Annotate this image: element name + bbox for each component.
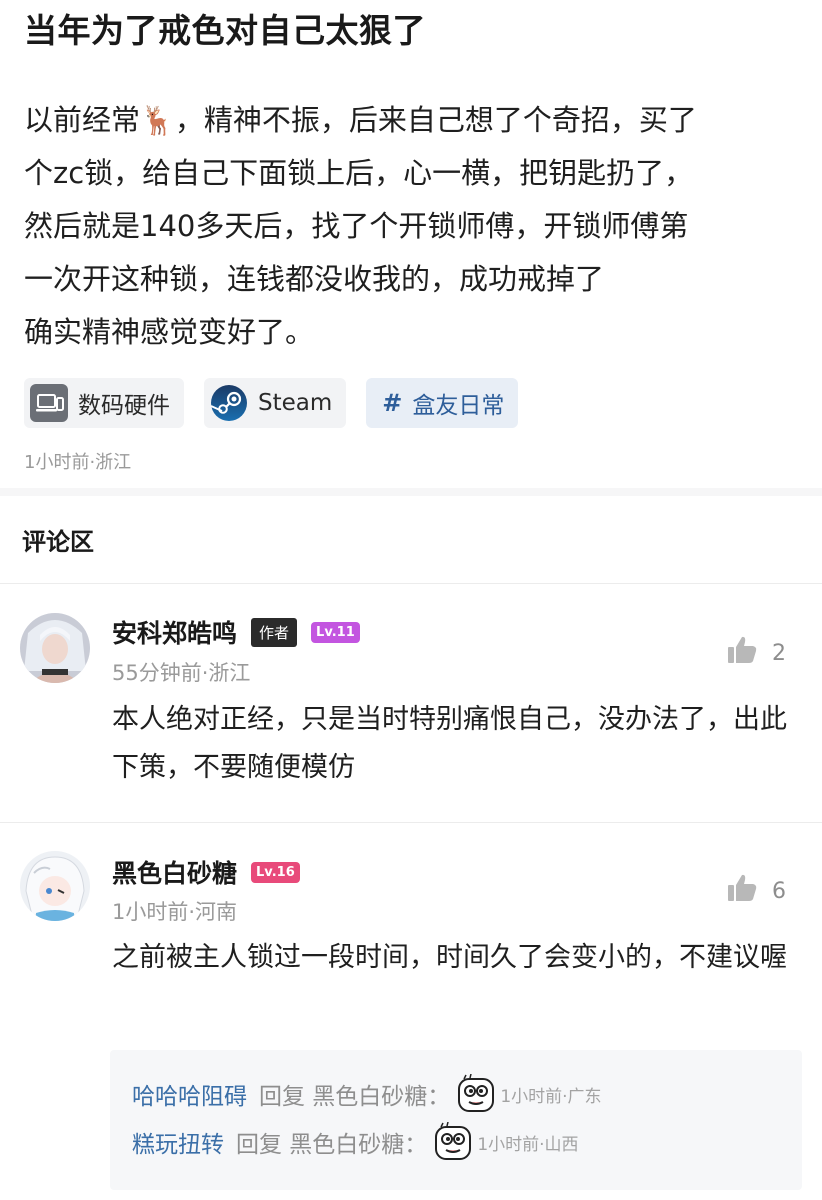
tag-label: Steam [258, 390, 333, 416]
reply-action: 回复 黑色白砂糖： [236, 1132, 428, 1158]
avatar[interactable] [20, 613, 90, 683]
comments-title: 评论区 [22, 528, 94, 556]
author-badge: 作者 [251, 617, 298, 647]
level-badge: Lv.16 [251, 861, 300, 883]
thumbs-up-icon [726, 872, 758, 910]
reply-time: 1小时前·广东 [500, 1086, 602, 1107]
reply-item[interactable]: 哈哈哈阻碍 回复 黑色白砂糖： 1小时前·广东 [132, 1073, 602, 1114]
sticker-face-icon [433, 1121, 473, 1162]
reply-username[interactable]: 哈哈哈阻碍 [132, 1077, 247, 1111]
tag-label: 数码硬件 [78, 393, 170, 419]
post-meta: 1小时前·浙江 [24, 452, 132, 473]
reply-preview-box[interactable]: 哈哈哈阻碍 回复 黑色白砂糖： 1小时前·广东 糕玩扭转 回复 黑色白砂糖： 1… [110, 1050, 802, 1190]
comment-username[interactable]: 安科郑皓鸣 [112, 614, 237, 650]
post-body-line: 个zc锁，给自己下面锁上后，心一横，把钥匙扔了， [24, 156, 694, 190]
reply-action: 回复 黑色白砂糖： [259, 1084, 451, 1110]
post-body-line: 以前经常🦌，精神不振，后来自己想了个奇招，买了 [24, 103, 697, 137]
tag-label: 盒友日常 [412, 393, 505, 419]
post: 当年为了戒色对自己太狠了 以前经常🦌，精神不振，后来自己想了个奇招，买了 个zc… [0, 0, 822, 474]
reply-time: 1小时前·山西 [477, 1134, 579, 1155]
like-button[interactable]: 6 [726, 872, 786, 910]
post-body-line: 确实精神感觉变好了。 [24, 315, 315, 349]
thumbs-up-icon [726, 634, 758, 672]
comment-time: 1小时前·河南 [112, 900, 238, 924]
post-title: 当年为了戒色对自己太狠了 [24, 11, 426, 50]
deer-emoji: 🦌 [140, 104, 175, 137]
comment-text: 之前被主人锁过一段时间，时间久了会变小的，不建议喔 [112, 942, 787, 973]
comment-text: 本人绝对正经，只是当时特别痛恨自己，没办法了，出此下策，不要随便模仿 [112, 704, 787, 783]
tag-digital-hardware[interactable]: 数码硬件 [24, 378, 184, 428]
comment-time: 55分钟前·浙江 [112, 661, 251, 685]
comment-username[interactable]: 黑色白砂糖 [112, 854, 237, 890]
tag-topic[interactable]: # 盒友日常 [366, 378, 519, 428]
post-body: 以前经常🦌，精神不振，后来自己想了个奇招，买了 个zc锁，给自己下面锁上后，心一… [24, 94, 798, 359]
comment-header: 黑色白砂糖 Lv.16 [112, 854, 300, 890]
hash-icon: # [382, 389, 403, 417]
section-divider [0, 488, 822, 496]
steam-icon [210, 384, 248, 422]
level-badge: Lv.11 [311, 621, 360, 643]
divider [0, 822, 822, 823]
laptop-icon [30, 384, 68, 422]
like-count: 6 [772, 878, 786, 904]
tag-steam[interactable]: Steam [204, 378, 347, 428]
divider [0, 583, 822, 584]
sticker-face-icon [456, 1073, 496, 1114]
tag-list: 数码硬件 Steam # 盒友日常 [24, 378, 798, 428]
avatar[interactable] [20, 851, 90, 921]
reply-item[interactable]: 糕玩扭转 回复 黑色白砂糖： 1小时前·山西 [132, 1121, 579, 1162]
like-button[interactable]: 2 [726, 634, 786, 672]
reply-username[interactable]: 糕玩扭转 [132, 1125, 224, 1159]
comment-header: 安科郑皓鸣 作者 Lv.11 [112, 614, 360, 650]
post-body-line: 一次开这种锁，连钱都没收我的，成功戒掉了 [24, 262, 605, 296]
post-body-line: 然后就是140多天后，找了个开锁师傅，开锁师傅第 [24, 209, 689, 243]
like-count: 2 [772, 640, 786, 666]
